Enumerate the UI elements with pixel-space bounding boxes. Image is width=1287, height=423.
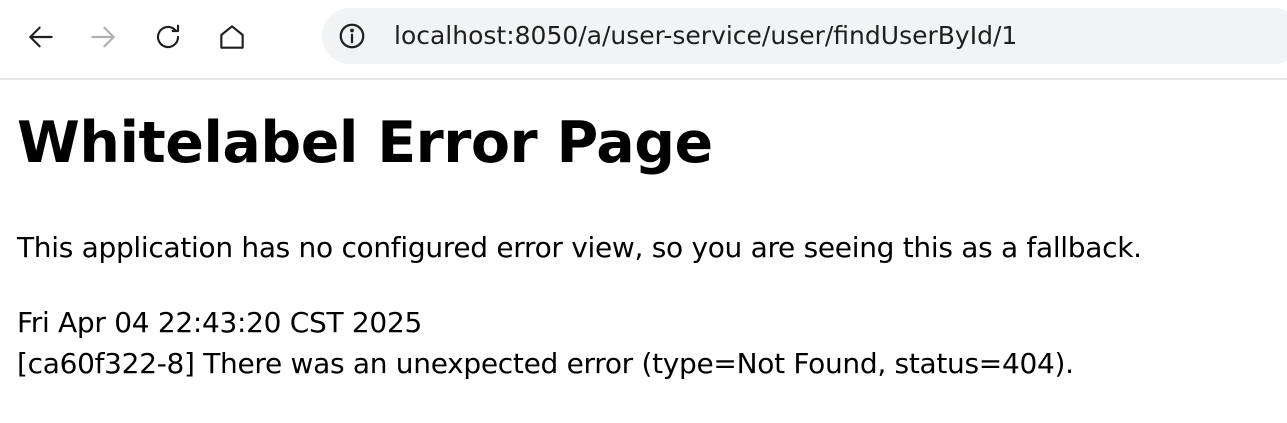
back-button[interactable] xyxy=(17,13,65,61)
home-icon xyxy=(220,25,244,49)
arrow-left-icon xyxy=(29,26,53,48)
error-details: Fri Apr 04 22:43:20 CST 2025 [ca60f322-8… xyxy=(17,302,1074,384)
site-info-button[interactable] xyxy=(336,20,368,52)
arrow-right-icon xyxy=(91,26,115,48)
error-message: This application has no configured error… xyxy=(17,231,1142,264)
browser-toolbar: localhost:8050/a/user-service/user/findU… xyxy=(0,0,1287,80)
address-bar[interactable]: localhost:8050/a/user-service/user/findU… xyxy=(322,8,1287,64)
info-icon xyxy=(339,23,365,49)
reload-button[interactable] xyxy=(144,13,192,61)
reload-icon xyxy=(156,24,180,49)
page-title: Whitelabel Error Page xyxy=(17,110,713,176)
url-text[interactable]: localhost:8050/a/user-service/user/findU… xyxy=(394,8,1017,64)
error-detail-text: [ca60f322-8] There was an unexpected err… xyxy=(17,347,1074,380)
error-timestamp: Fri Apr 04 22:43:20 CST 2025 xyxy=(17,306,422,339)
forward-button[interactable] xyxy=(79,13,127,61)
home-button[interactable] xyxy=(208,13,256,61)
